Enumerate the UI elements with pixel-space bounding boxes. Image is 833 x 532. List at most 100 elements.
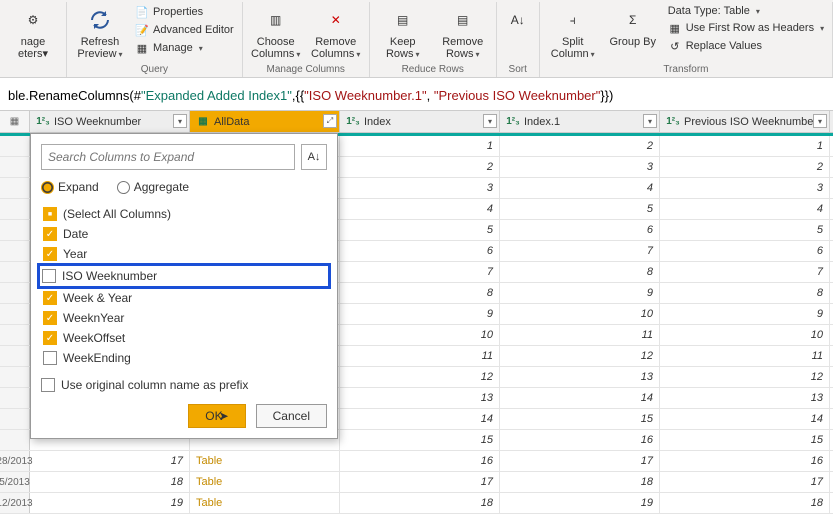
- keep-rows-button[interactable]: ▤Keep Rows: [376, 4, 430, 63]
- first-row-headers-button[interactable]: ▦Use First Row as Headers: [666, 20, 826, 36]
- cell[interactable]: 18: [500, 472, 660, 492]
- column-header-prev[interactable]: 1²₃Previous ISO Weeknumber▾: [660, 111, 830, 132]
- row-number[interactable]: [0, 430, 30, 450]
- column-checkbox-item[interactable]: WeekOffset: [41, 328, 327, 348]
- cell[interactable]: 15: [660, 430, 830, 450]
- row-number[interactable]: [0, 178, 30, 198]
- remove-rows-button[interactable]: ▤Remove Rows: [436, 4, 490, 63]
- cell[interactable]: 9: [340, 304, 500, 324]
- column-checkbox-item[interactable]: ISO Weeknumber: [37, 263, 331, 289]
- row-number[interactable]: [0, 325, 30, 345]
- row-number[interactable]: [0, 283, 30, 303]
- column-checkbox-item[interactable]: WeeknYear: [41, 308, 327, 328]
- cell[interactable]: 19: [500, 493, 660, 513]
- row-header-corner[interactable]: ▦: [0, 111, 30, 132]
- cell[interactable]: 8: [340, 283, 500, 303]
- cell[interactable]: 6: [500, 220, 660, 240]
- replace-values-button[interactable]: ↺Replace Values: [666, 38, 826, 54]
- cell[interactable]: 3: [340, 178, 500, 198]
- cell[interactable]: 9: [500, 283, 660, 303]
- sort-asc-button[interactable]: A↓: [503, 4, 533, 36]
- cell[interactable]: 16: [340, 451, 500, 471]
- cell[interactable]: 16: [660, 451, 830, 471]
- column-checkbox-item[interactable]: WeekEnding: [41, 348, 327, 368]
- cell[interactable]: 17: [30, 451, 190, 471]
- cell[interactable]: 2: [500, 136, 660, 156]
- cell[interactable]: 18: [660, 493, 830, 513]
- cell[interactable]: 1: [340, 136, 500, 156]
- cell[interactable]: 5: [340, 220, 500, 240]
- cell[interactable]: 17: [500, 451, 660, 471]
- row-number[interactable]: [0, 409, 30, 429]
- cell[interactable]: 13: [500, 367, 660, 387]
- expand-radio[interactable]: Expand: [41, 180, 99, 194]
- row-number[interactable]: [0, 388, 30, 408]
- cell[interactable]: 9: [660, 304, 830, 324]
- row-number[interactable]: [0, 241, 30, 261]
- column-header-index1[interactable]: 1²₃Index.1▾: [500, 111, 660, 132]
- select-all-columns[interactable]: (Select All Columns): [41, 204, 327, 224]
- cell[interactable]: 7: [340, 262, 500, 282]
- cell[interactable]: 16: [500, 430, 660, 450]
- cell[interactable]: 18: [30, 472, 190, 492]
- table-row[interactable]: 28/201317Table161716: [0, 451, 833, 472]
- row-number[interactable]: 5/2013: [0, 472, 30, 492]
- column-checkbox-item[interactable]: Date: [41, 224, 327, 244]
- table-row[interactable]: 5/201318Table171817: [0, 472, 833, 493]
- cell[interactable]: 12: [500, 346, 660, 366]
- cell[interactable]: 2: [340, 157, 500, 177]
- cell[interactable]: 11: [500, 325, 660, 345]
- cell[interactable]: 7: [660, 262, 830, 282]
- row-number[interactable]: 28/2013: [0, 451, 30, 471]
- data-type-button[interactable]: Data Type: Table: [666, 4, 826, 18]
- manage-button[interactable]: ▦Manage: [133, 40, 236, 56]
- cell[interactable]: 17: [660, 472, 830, 492]
- column-header-alldata[interactable]: ▦AllData⤢: [190, 111, 340, 132]
- cell[interactable]: 5: [660, 220, 830, 240]
- cell[interactable]: 15: [500, 409, 660, 429]
- manage-parameters-button[interactable]: ⚙ nageeters▾: [6, 4, 60, 62]
- expand-icon[interactable]: ⤢: [323, 114, 337, 128]
- row-number[interactable]: [0, 304, 30, 324]
- ok-button[interactable]: OK➤: [188, 404, 245, 428]
- cell[interactable]: 14: [340, 409, 500, 429]
- cell[interactable]: 3: [660, 178, 830, 198]
- cell[interactable]: 12: [660, 367, 830, 387]
- row-number[interactable]: [0, 136, 30, 156]
- cancel-button[interactable]: Cancel: [256, 404, 327, 428]
- row-number[interactable]: [0, 199, 30, 219]
- choose-columns-button[interactable]: ▥Choose Columns: [249, 4, 303, 63]
- cell[interactable]: Table: [190, 472, 340, 492]
- cell[interactable]: 17: [340, 472, 500, 492]
- row-number[interactable]: [0, 346, 30, 366]
- cell[interactable]: 7: [500, 241, 660, 261]
- column-checkbox-item[interactable]: Week & Year: [41, 288, 327, 308]
- cell[interactable]: 10: [340, 325, 500, 345]
- cell[interactable]: Table: [190, 493, 340, 513]
- cell[interactable]: 13: [340, 388, 500, 408]
- cell[interactable]: 1: [660, 136, 830, 156]
- row-number[interactable]: [0, 220, 30, 240]
- cell[interactable]: 18: [340, 493, 500, 513]
- cell[interactable]: 4: [500, 178, 660, 198]
- cell[interactable]: 11: [660, 346, 830, 366]
- cell[interactable]: 3: [500, 157, 660, 177]
- cell[interactable]: 4: [660, 199, 830, 219]
- advanced-editor-button[interactable]: 📝Advanced Editor: [133, 22, 236, 38]
- cell[interactable]: 6: [660, 241, 830, 261]
- remove-columns-button[interactable]: ✕Remove Columns: [309, 4, 363, 63]
- filter-icon[interactable]: ▾: [173, 114, 187, 128]
- cell[interactable]: 2: [660, 157, 830, 177]
- refresh-preview-button[interactable]: Refresh Preview: [73, 4, 127, 63]
- group-by-button[interactable]: ΣGroup By: [606, 4, 660, 50]
- cell[interactable]: 14: [500, 388, 660, 408]
- cell[interactable]: 14: [660, 409, 830, 429]
- cell[interactable]: 11: [340, 346, 500, 366]
- cell[interactable]: 8: [500, 262, 660, 282]
- cell[interactable]: 13: [660, 388, 830, 408]
- cell[interactable]: 10: [500, 304, 660, 324]
- cell[interactable]: 12: [340, 367, 500, 387]
- cell[interactable]: 10: [660, 325, 830, 345]
- table-row[interactable]: 12/201319Table181918: [0, 493, 833, 514]
- search-columns-input[interactable]: [41, 144, 295, 170]
